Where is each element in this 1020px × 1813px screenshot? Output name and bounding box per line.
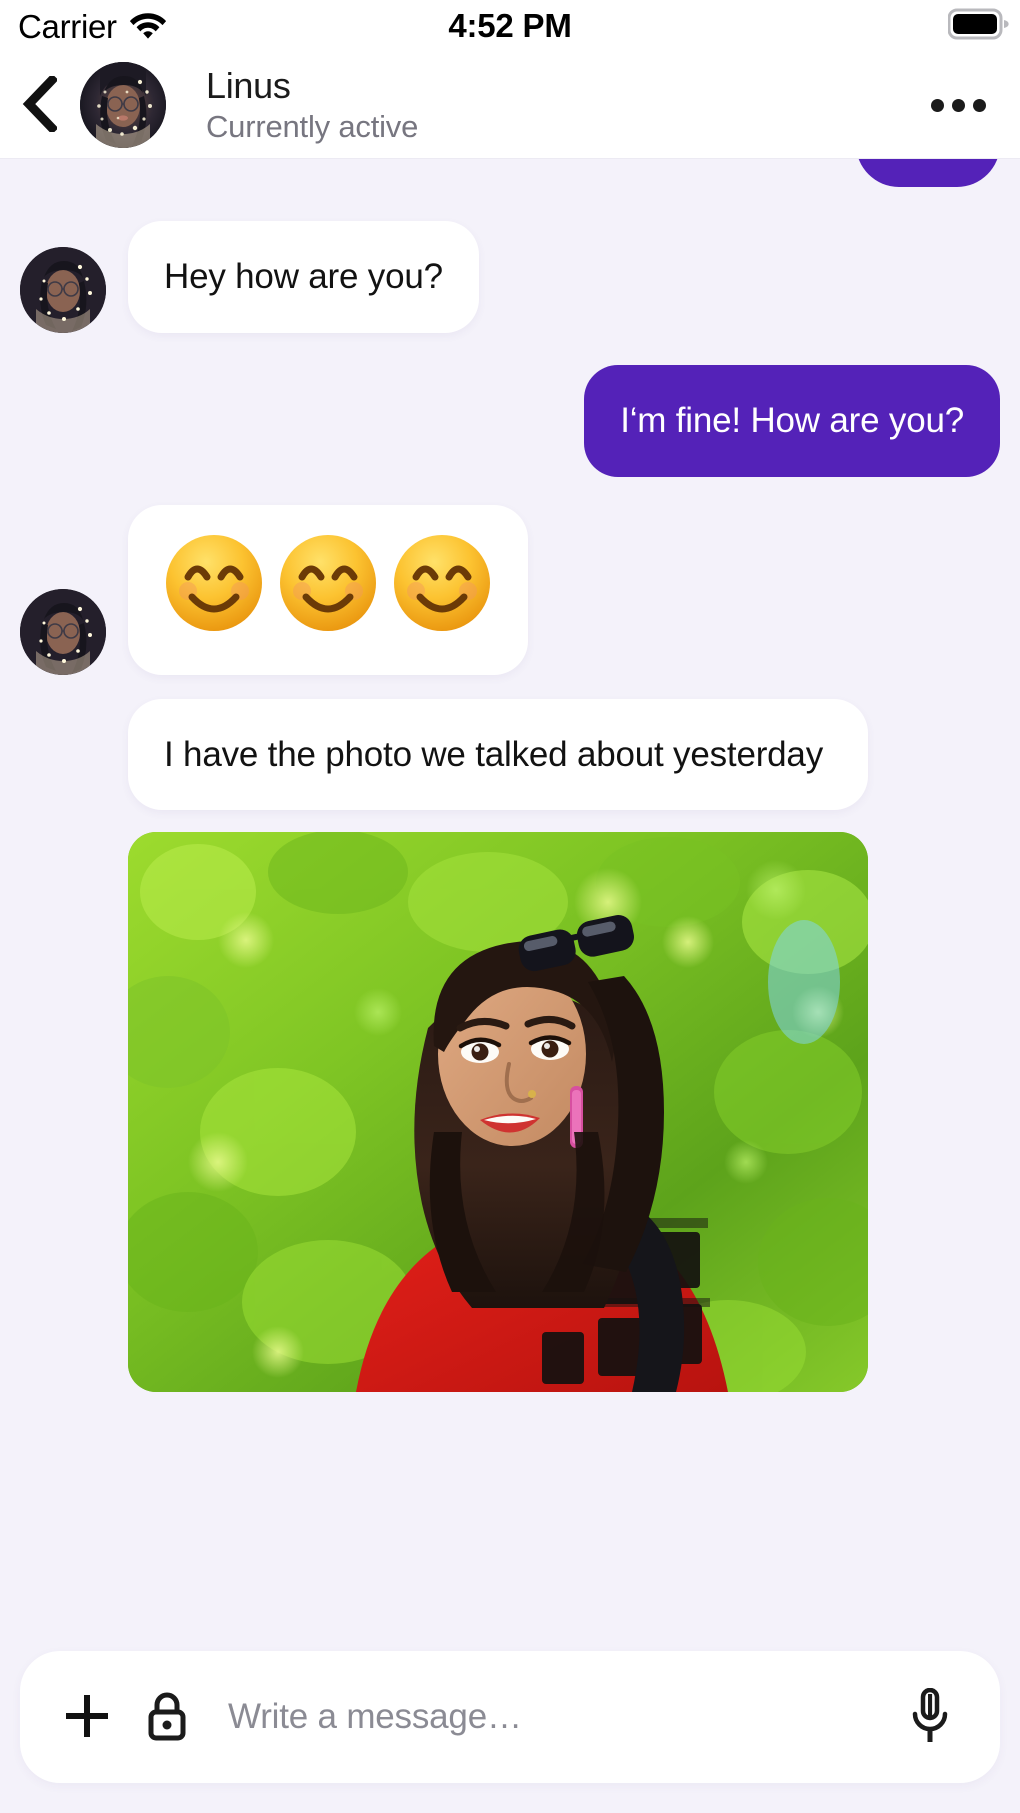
header-contact-info: Linus Currently active — [206, 65, 418, 144]
smiling-face-with-smiling-eyes-icon — [162, 531, 266, 635]
status-bar: Carrier 4:52 PM — [0, 0, 1020, 52]
lock-closed-icon — [146, 1690, 188, 1745]
microphone-icon — [911, 1687, 949, 1747]
ellipsis-icon — [930, 99, 986, 112]
status-bar-time: 4:52 PM — [448, 7, 572, 44]
message-row — [0, 832, 1020, 1393]
message-bubble[interactable]: I‘m fine! How are you? — [584, 364, 1000, 477]
message-row: I‘m fine! How are you? — [0, 364, 1020, 477]
contact-name: Linus — [206, 65, 291, 107]
message-row: I have the photo we talked about yesterd… — [0, 698, 1020, 811]
message-photo[interactable] — [128, 832, 868, 1393]
smiling-face-with-smiling-eyes-icon — [390, 531, 494, 635]
back-button[interactable] — [0, 52, 78, 159]
smiling-face-with-smiling-eyes-icon — [276, 531, 380, 635]
battery-full-icon — [947, 8, 1010, 45]
message-bubble-emoji[interactable] — [128, 504, 528, 675]
voice-record-button[interactable] — [890, 1667, 970, 1767]
contact-status: Currently active — [206, 108, 419, 144]
message-composer — [20, 1651, 1000, 1783]
composer-area — [0, 1631, 1020, 1813]
message-bubble-clipped[interactable] — [856, 159, 1000, 187]
encryption-lock-button[interactable] — [124, 1667, 210, 1767]
message-bubble[interactable]: I have the photo we talked about yesterd… — [128, 698, 868, 811]
message-avatar[interactable] — [20, 246, 106, 333]
plus-icon — [64, 1693, 110, 1742]
add-attachment-button[interactable] — [50, 1667, 124, 1767]
message-row — [0, 504, 1020, 675]
chevron-left-icon — [21, 73, 59, 135]
status-bar-right — [947, 0, 1010, 52]
message-input[interactable] — [210, 1667, 890, 1767]
avatar[interactable] — [80, 62, 166, 148]
chat-screen: Carrier 4:52 PM Linus Currently active H… — [0, 0, 1020, 1813]
more-options-button[interactable] — [918, 52, 998, 159]
message-list[interactable]: Hey how are you? I‘m fine! How are you? — [0, 159, 1020, 1631]
message-bubble[interactable]: Hey how are you? — [128, 221, 479, 333]
message-avatar[interactable] — [20, 588, 106, 675]
message-row: Hey how are you? — [0, 221, 1020, 333]
chat-header: Linus Currently active — [0, 52, 1020, 159]
